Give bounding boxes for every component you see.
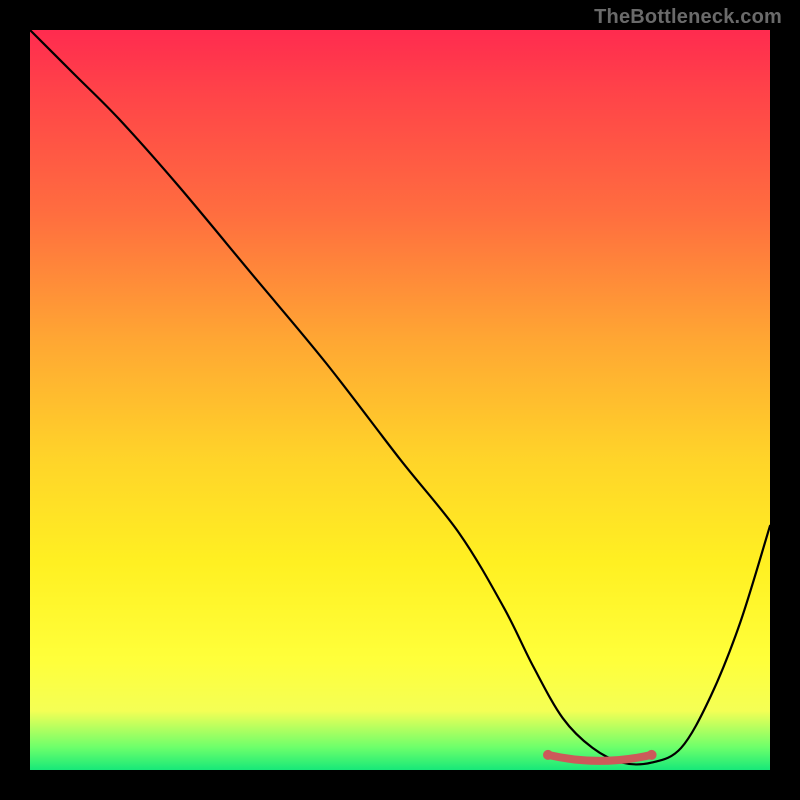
valley-marker-dot-left [543,750,553,760]
plot-area [30,30,770,770]
chart-frame: TheBottleneck.com [0,0,800,800]
watermark-text: TheBottleneck.com [594,6,782,29]
curve-svg [30,30,770,770]
valley-marker-dot-right [647,750,657,760]
bottleneck-curve-path [30,30,770,764]
valley-marker-path [548,755,652,761]
